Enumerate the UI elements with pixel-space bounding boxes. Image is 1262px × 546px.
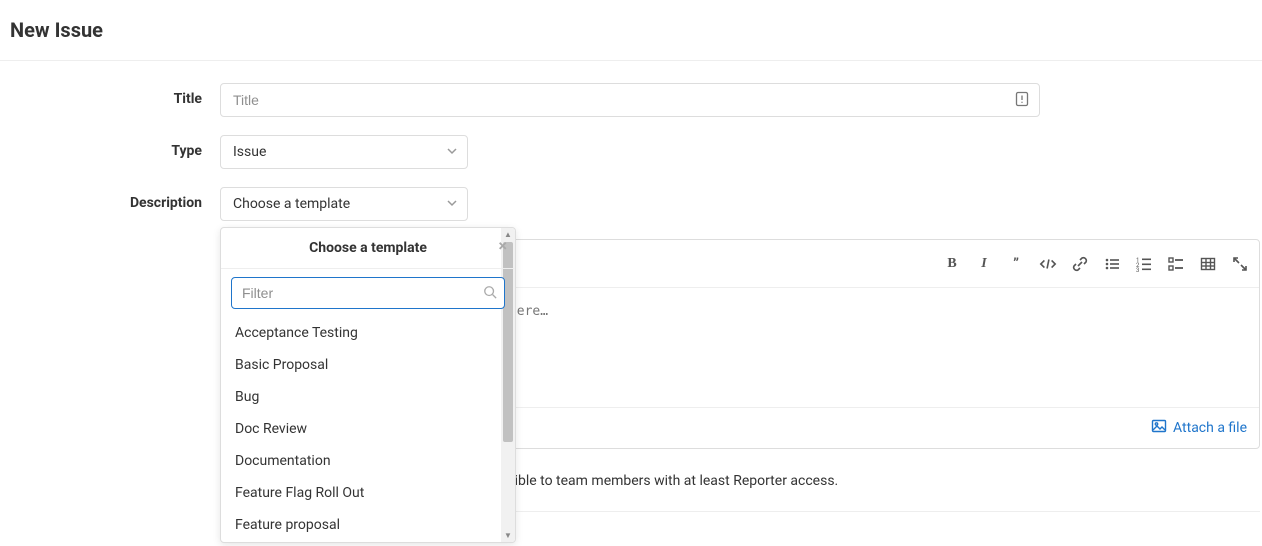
- template-option[interactable]: Doc Review: [221, 413, 515, 445]
- bold-icon[interactable]: B: [943, 255, 961, 273]
- template-select-value: Choose a template: [233, 196, 350, 212]
- close-icon[interactable]: ×: [499, 238, 508, 254]
- template-option[interactable]: Documentation: [221, 445, 515, 477]
- template-option[interactable]: Feature proposal: [221, 509, 515, 541]
- quote-icon[interactable]: ”: [1007, 255, 1025, 273]
- chevron-down-icon: [447, 196, 457, 212]
- table-icon[interactable]: [1199, 255, 1217, 273]
- fullscreen-icon[interactable]: [1231, 255, 1249, 273]
- template-list: Acceptance TestingBasic ProposalBugDoc R…: [221, 311, 515, 542]
- dropdown-inner-scrollbar[interactable]: [505, 311, 515, 542]
- description-label: Description: [10, 187, 220, 211]
- task-list-icon[interactable]: [1167, 255, 1185, 273]
- template-select[interactable]: Choose a template: [220, 187, 468, 221]
- svg-text:3: 3: [1136, 267, 1139, 272]
- template-option[interactable]: Acceptance Testing: [221, 317, 515, 349]
- attach-file-link[interactable]: Attach a file: [1151, 418, 1247, 438]
- page-title: New Issue: [0, 0, 1262, 61]
- template-dropdown: ▲ ▼ Choose a template ×: [220, 227, 516, 543]
- type-select-value: Issue: [233, 144, 266, 160]
- numbered-list-icon[interactable]: 123: [1135, 255, 1153, 273]
- attach-file-label: Attach a file: [1173, 420, 1247, 436]
- code-icon[interactable]: [1039, 255, 1057, 273]
- italic-icon[interactable]: I: [975, 255, 993, 273]
- title-label: Title: [10, 83, 220, 107]
- scrollbar-thumb[interactable]: [507, 315, 513, 405]
- template-option[interactable]: Feature Flag Roll Out: [221, 477, 515, 509]
- template-dropdown-header: Choose a template ×: [221, 228, 515, 269]
- search-icon: [483, 285, 497, 303]
- template-option[interactable]: Basic Proposal: [221, 349, 515, 381]
- title-suggestion-icon[interactable]: [1014, 91, 1030, 111]
- image-icon: [1151, 418, 1167, 438]
- editor-toolbar: B I ” 123: [943, 255, 1249, 273]
- template-option[interactable]: Bug: [221, 381, 515, 413]
- type-select[interactable]: Issue: [220, 135, 468, 169]
- template-filter-input[interactable]: [231, 277, 505, 309]
- link-icon[interactable]: [1071, 255, 1089, 273]
- bullet-list-icon[interactable]: [1103, 255, 1121, 273]
- chevron-down-icon: [447, 144, 457, 160]
- type-label: Type: [10, 135, 220, 159]
- title-input[interactable]: [220, 83, 1040, 117]
